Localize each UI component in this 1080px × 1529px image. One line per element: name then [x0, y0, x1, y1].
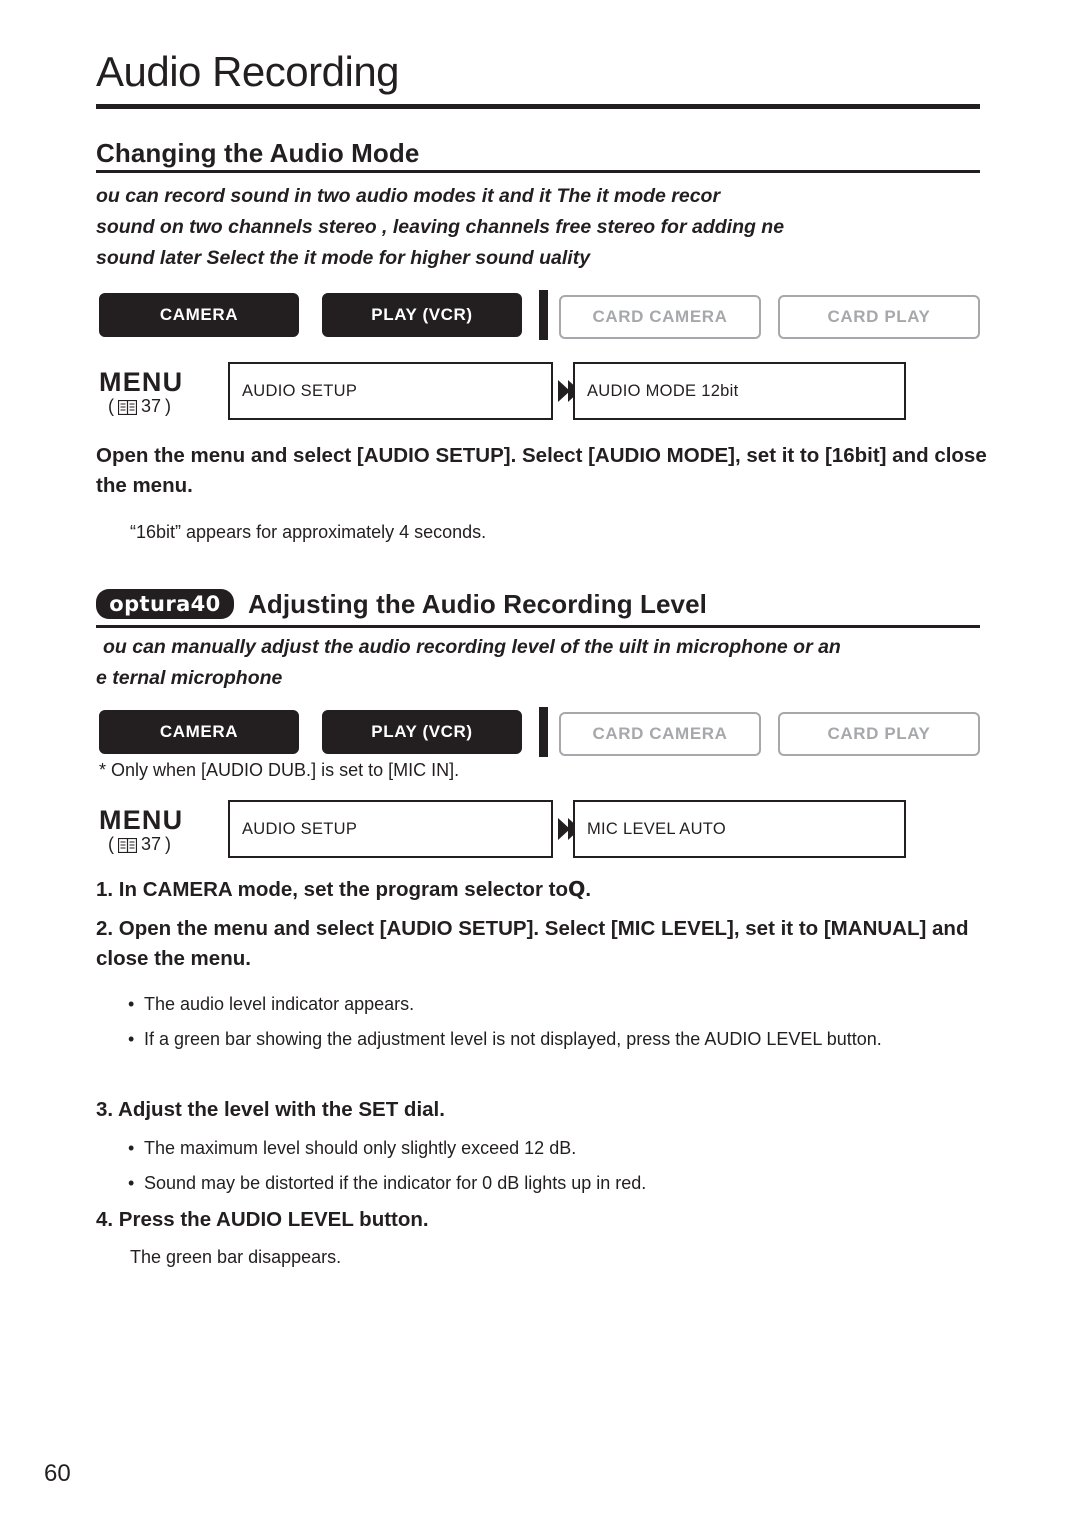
step-3-bullet-2-text: Sound may be distorted if the indicator … [144, 1173, 647, 1193]
document-page: Audio Recording Changing the Audio Mode … [0, 0, 1080, 1529]
book-icon-2 [117, 837, 138, 854]
mode-bar-2: CAMERA PLAY (VCR) * CARD CAMERA CARD PLA… [0, 707, 1080, 757]
step-4-note: The green bar disappears. [130, 1247, 342, 1267]
step-1: 1. In CAMERA mode, set the program selec… [96, 874, 996, 905]
mode-button-card-camera[interactable]: CARD CAMERA [559, 295, 761, 339]
menu-box-label-2: AUDIO MODE 12bit [587, 381, 739, 400]
menu-ref-open-2: ( [108, 834, 114, 854]
mode-button-card-play-2[interactable]: CARD PLAY [778, 712, 980, 756]
menu-box-label-4: MIC LEVEL AUTO [587, 819, 726, 838]
menu-ref-page-2: 37 [141, 834, 162, 854]
step-2: 2. Open the menu and select [AUDIO SETUP… [96, 917, 969, 970]
menu-page-ref-2: ( 37 ) [108, 834, 171, 855]
section1-intro-line-2: sound on two channels stereo , leaving c… [96, 216, 785, 238]
title-divider [96, 104, 980, 109]
mode-button-play-vcr[interactable]: PLAY (VCR) [322, 293, 522, 337]
step-3: 3. Adjust the level with the SET dial. [96, 1098, 445, 1121]
section1-intro-line-1: ou can record sound in two audio modes i… [96, 185, 721, 207]
bullet-dot: • [128, 994, 135, 1014]
menu-page-ref-1: ( 37 ) [108, 396, 171, 417]
menu-box-audio-setup-1[interactable]: AUDIO SETUP [228, 362, 553, 420]
section2-intro-line-1: ou can manually adjust the audio recordi… [103, 636, 841, 658]
play-vcr-asterisk: * [489, 718, 497, 740]
section-divider-2 [96, 625, 980, 628]
program-selector-glyph: Q [567, 877, 586, 901]
menu-box-audio-setup-2[interactable]: AUDIO SETUP [228, 800, 553, 858]
mode-bar-divider [539, 290, 548, 340]
step-3-bullet-1-text: The maximum level should only slightly e… [144, 1138, 577, 1158]
step-2-bullet-1-text: The audio level indicator appears. [144, 994, 415, 1014]
book-icon [117, 399, 138, 416]
step-3-bullet-1: • The maximum level should only slightly… [128, 1134, 988, 1162]
step-2-bullet-2-text: If a green bar showing the adjustment le… [144, 1029, 882, 1049]
section2-intro-line-2: e ternal microphone [96, 667, 283, 689]
mode-button-camera-2[interactable]: CAMERA [99, 710, 299, 754]
section1-instruction: Open the menu and select [AUDIO SETUP]. … [96, 444, 987, 497]
mode-button-card-camera-2[interactable]: CARD CAMERA [559, 712, 761, 756]
section-divider-1 [96, 170, 980, 173]
menu-box-label-3: AUDIO SETUP [242, 819, 358, 838]
section-heading-audio-mode: Changing the Audio Mode [96, 138, 420, 168]
menu-label-2: MENU [99, 805, 184, 835]
menu-label-1: MENU [99, 367, 184, 397]
optura40-badge: optura40 [96, 589, 234, 619]
menu-box-label-1: AUDIO SETUP [242, 381, 358, 400]
menu-ref-open: ( [108, 396, 114, 416]
menu-ref-page-1: 37 [141, 396, 162, 416]
menu-box-audio-mode[interactable]: AUDIO MODE 12bit [573, 362, 906, 420]
bullet-dot-3: • [128, 1138, 135, 1158]
step-4: 4. Press the AUDIO LEVEL button. [96, 1208, 429, 1231]
mode-button-card-play[interactable]: CARD PLAY [778, 295, 980, 339]
menu-ref-close: ) [165, 396, 172, 416]
step-2-bullet-2: • If a green bar showing the adjustment … [128, 1025, 973, 1053]
mode-bar-1: CAMERA PLAY (VCR) CARD CAMERA CARD PLAY [0, 290, 1080, 340]
page-number: 60 [44, 1460, 71, 1487]
bullet-dot-2: • [128, 1029, 135, 1049]
section-heading-recording-level: Adjusting the Audio Recording Level [248, 589, 707, 619]
section1-intro-line-3: sound later Select the it mode for highe… [96, 247, 591, 269]
section2-footnote: * Only when [AUDIO DUB.] is set to [MIC … [99, 760, 460, 780]
bullet-dot-4: • [128, 1173, 135, 1193]
step-2-bullet-1: • The audio level indicator appears. [128, 990, 988, 1018]
mode-bar-divider-2 [539, 707, 548, 757]
page-title: Audio Recording [96, 48, 400, 95]
section1-note: “16bit” appears for approximately 4 seco… [130, 522, 487, 542]
step-1-suffix: . [585, 878, 592, 901]
menu-box-mic-level[interactable]: MIC LEVEL AUTO [573, 800, 906, 858]
step-1-text: 1. In CAMERA mode, set the program selec… [96, 878, 568, 901]
mode-button-camera[interactable]: CAMERA [99, 293, 299, 337]
step-3-bullet-2: • Sound may be distorted if the indicato… [128, 1169, 988, 1197]
menu-ref-close-2: ) [165, 834, 172, 854]
